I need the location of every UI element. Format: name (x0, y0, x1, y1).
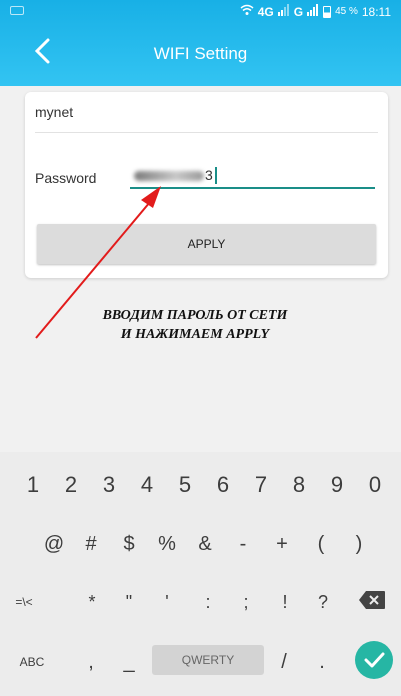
key-percent[interactable]: % (151, 519, 183, 569)
ssid-field[interactable]: mynet (35, 104, 73, 120)
key-semicolon[interactable]: ; (230, 577, 262, 627)
key-double-quote[interactable]: " (113, 577, 145, 627)
key-8[interactable]: 8 (283, 460, 315, 510)
password-visible-suffix: 3 (205, 167, 213, 183)
status-indicators: 4G G 45 % 18:11 (240, 4, 391, 19)
blurred-password (134, 171, 204, 181)
status-bar: 4G G 45 % 18:11 (0, 0, 401, 24)
key-6[interactable]: 6 (207, 460, 239, 510)
key-3[interactable]: 3 (93, 460, 125, 510)
signal-bars-icon (277, 4, 290, 19)
enter-check-icon[interactable] (355, 641, 393, 679)
symbol-row-1: @ # $ % & - + ( ) (0, 519, 401, 569)
key-abc[interactable]: ABC (12, 637, 52, 687)
battery-percent: 45 % (335, 6, 358, 17)
key-exclamation[interactable]: ! (269, 577, 301, 627)
wifi-form-card: mynet Password 3 APPLY (25, 92, 388, 278)
key-close-paren[interactable]: ) (343, 519, 375, 569)
instruction-annotation: ВВОДИМ ПАРОЛЬ ОТ СЕТИ И НАЖИМАЕМ APPLY (40, 306, 350, 344)
key-more-symbols[interactable]: =\< (4, 577, 44, 627)
key-open-paren[interactable]: ( (305, 519, 337, 569)
key-9[interactable]: 9 (321, 460, 353, 510)
key-4[interactable]: 4 (131, 460, 163, 510)
backspace-icon[interactable] (358, 589, 386, 611)
network-type-label: 4G (257, 4, 274, 19)
battery-icon (323, 5, 332, 18)
key-2[interactable]: 2 (55, 460, 87, 510)
number-row: 1 2 3 4 5 6 7 8 9 0 (0, 460, 401, 510)
divider (35, 132, 378, 133)
signal-bars-2-icon (307, 4, 319, 19)
key-7[interactable]: 7 (245, 460, 277, 510)
key-underscore[interactable]: _ (113, 637, 145, 687)
symbol-row-2: =\< * " ' : ; ! ? (0, 577, 401, 627)
password-label: Password (35, 170, 97, 186)
bottom-row: ABC , _ QWERTY / . (0, 637, 401, 687)
soft-keyboard: 1 2 3 4 5 6 7 8 9 0 @ # $ % & - + ( ) =\… (0, 452, 401, 696)
keyboard-indicator-icon (10, 6, 24, 15)
key-asterisk[interactable]: * (76, 577, 108, 627)
key-at[interactable]: @ (38, 519, 70, 569)
key-0[interactable]: 0 (359, 460, 391, 510)
wifi-icon (240, 4, 254, 19)
space-bar[interactable]: QWERTY (152, 645, 264, 675)
annotation-line-1: ВВОДИМ ПАРОЛЬ ОТ СЕТИ (102, 308, 288, 323)
app-bar: 4G G 45 % 18:11 WIFI Setting (0, 0, 401, 86)
text-cursor (215, 167, 217, 184)
page-title: WIFI Setting (153, 44, 248, 63)
annotation-line-2: И НАЖИМАЕМ APPLY (120, 327, 270, 342)
key-hash[interactable]: # (75, 519, 107, 569)
key-comma[interactable]: , (75, 637, 107, 687)
clock: 18:11 (361, 4, 391, 19)
key-question[interactable]: ? (307, 577, 339, 627)
key-colon[interactable]: : (192, 577, 224, 627)
key-single-quote[interactable]: ' (151, 577, 183, 627)
password-input[interactable]: 3 (130, 165, 375, 189)
key-slash[interactable]: / (268, 637, 300, 687)
apply-button[interactable]: APPLY (37, 224, 376, 264)
key-ampersand[interactable]: & (189, 519, 221, 569)
key-5[interactable]: 5 (169, 460, 201, 510)
key-1[interactable]: 1 (17, 460, 49, 510)
key-plus[interactable]: + (266, 519, 298, 569)
network-type-2-label: G (293, 4, 304, 19)
key-minus[interactable]: - (227, 519, 259, 569)
key-dollar[interactable]: $ (113, 519, 145, 569)
key-period[interactable]: . (306, 637, 338, 687)
